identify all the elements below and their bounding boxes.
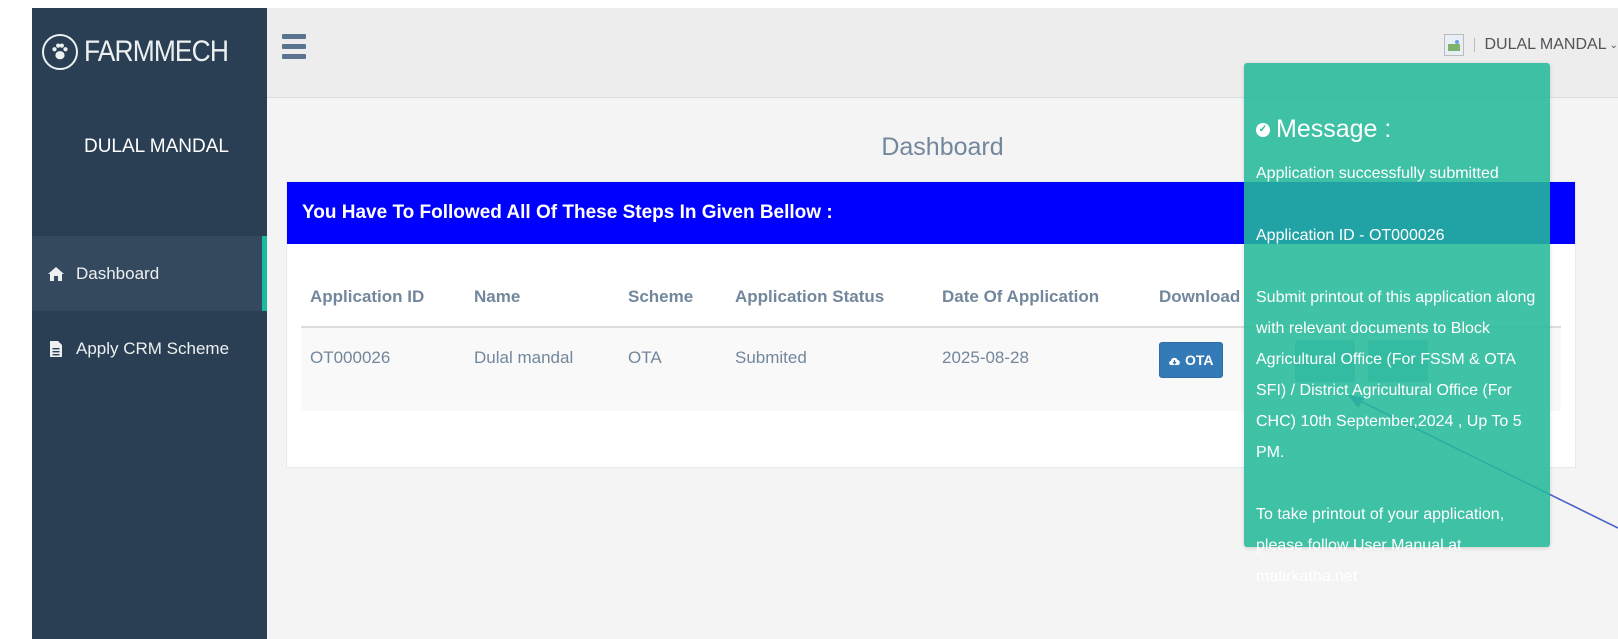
column-header: Date Of Application [933, 267, 1150, 328]
brand-name: FARMMECH [84, 35, 229, 68]
home-icon [46, 264, 66, 284]
sidebar-item-label: Apply CRM Scheme [76, 338, 230, 358]
sidebar: FARMMECH DULAL MANDAL Dashboard Apply CR… [32, 8, 267, 639]
cell-scheme: OTA [619, 327, 726, 411]
avatar [1443, 34, 1464, 56]
sidebar-item-apply-crm-scheme[interactable]: Apply CRM Scheme [32, 311, 267, 386]
toast-line: To take printout of your application, pl… [1256, 506, 1505, 585]
menu-toggle-icon[interactable] [282, 34, 306, 66]
toast-line: Submit printout of this application alon… [1256, 289, 1536, 461]
chevron-down-icon: ⌄ [1609, 39, 1618, 51]
brand[interactable]: FARMMECH [32, 8, 267, 96]
download-ota-label: OTA [1185, 352, 1214, 368]
download-ota-button[interactable]: OTA [1159, 342, 1223, 378]
toast-line: Application ID - OT000026 [1256, 227, 1445, 244]
column-header: Name [465, 267, 619, 328]
column-header: Application Status [726, 267, 933, 328]
cell-date: 2025-08-28 [933, 327, 1150, 411]
divider [1473, 38, 1475, 52]
toast-title-text: Message : [1276, 115, 1392, 143]
sidebar-item-label: Dashboard [76, 263, 160, 283]
check-circle-icon: ✓ [1256, 122, 1270, 137]
user-name: DULAL MANDAL [1484, 36, 1607, 53]
paw-icon [42, 34, 78, 70]
cloud-download-icon [1169, 357, 1180, 365]
column-header: Scheme [619, 267, 726, 328]
toast-title: ✓ Message : [1256, 115, 1538, 144]
cell-name: Dulal mandal [465, 327, 619, 411]
toast-line: Application successfully submitted [1256, 165, 1499, 182]
cell-status: Submited [726, 327, 933, 411]
message-toast[interactable]: ✓ Message : Application successfully sub… [1244, 63, 1550, 585]
file-icon [46, 339, 66, 359]
column-header: Application ID [301, 267, 465, 328]
sidebar-item-dashboard[interactable]: Dashboard [32, 236, 267, 311]
cell-application-id: OT000026 [301, 327, 465, 411]
user-menu[interactable]: DULAL MANDAL ⌄ [1443, 34, 1618, 56]
profile-name: DULAL MANDAL [83, 136, 229, 157]
